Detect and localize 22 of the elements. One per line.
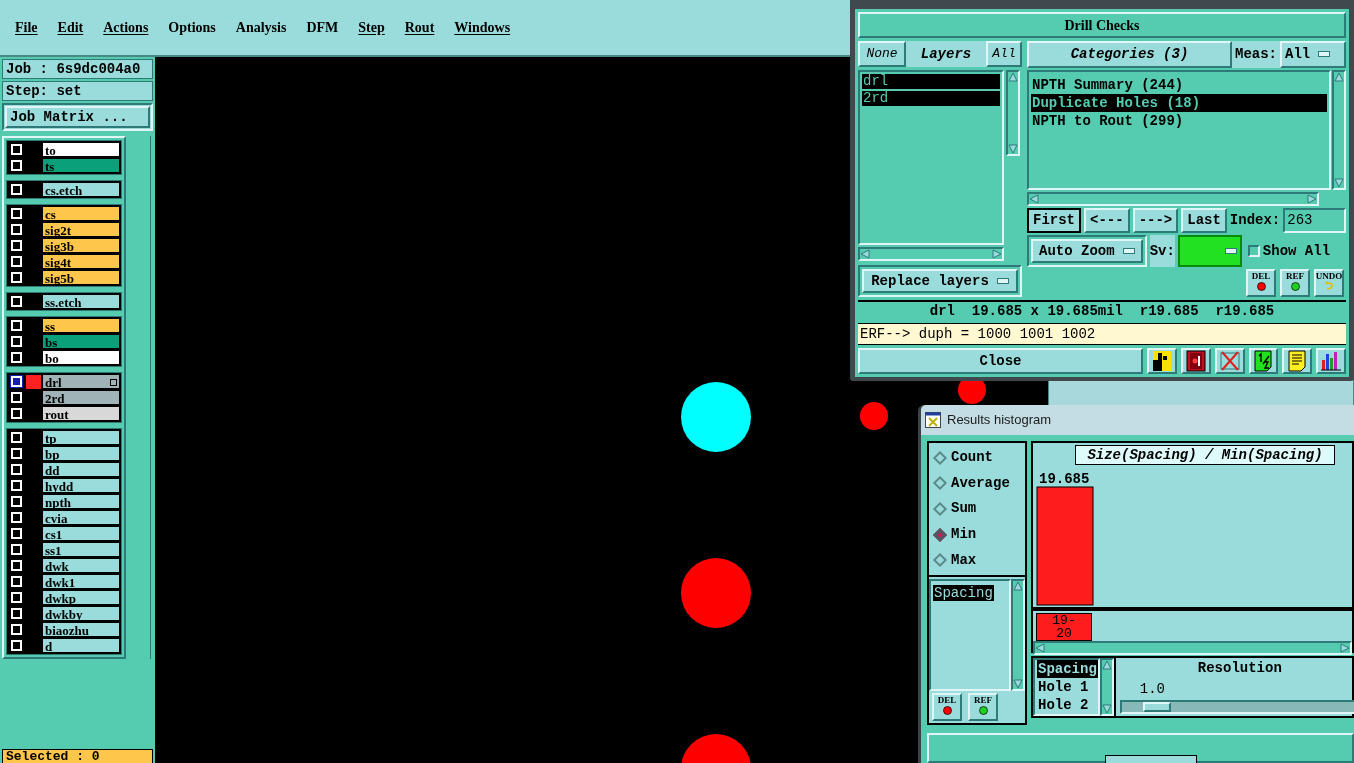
value-label: 19.685 — [1039, 471, 1090, 487]
option-label: Min — [951, 525, 977, 545]
measurement-status: drl 19.685 x 19.685mil r19.685 r19.685 — [858, 300, 1346, 320]
option-label: Average — [951, 473, 1010, 493]
erf-output: ERF--> duph = 1000 1001 1002 — [858, 323, 1346, 345]
job-label: Job : 6s9dc004a0 — [2, 59, 153, 79]
layers-heading: Layers — [919, 44, 973, 64]
step-label: Step: set — [2, 81, 153, 101]
chart-title: Size(Spacing) / Min(Spacing) — [1075, 445, 1335, 465]
category-label: 19-20 — [1036, 613, 1092, 641]
show-all-label: Show All — [1262, 241, 1331, 261]
meas-label: Meas: — [1235, 45, 1277, 64]
selection-status: Selected : 0 — [2, 749, 153, 763]
window-title: Results histogram — [947, 411, 1052, 430]
index-label: Index: — [1229, 211, 1281, 230]
window-title: Drill Checks — [858, 12, 1346, 38]
sv-label: Sv: — [1149, 235, 1175, 267]
option-label: Max — [951, 550, 977, 570]
option-label: Count — [951, 448, 993, 468]
resolution-reading: 1.0 — [1139, 680, 1167, 699]
option-label: Sum — [951, 499, 977, 519]
resolution-label: Resolution — [1196, 659, 1283, 678]
